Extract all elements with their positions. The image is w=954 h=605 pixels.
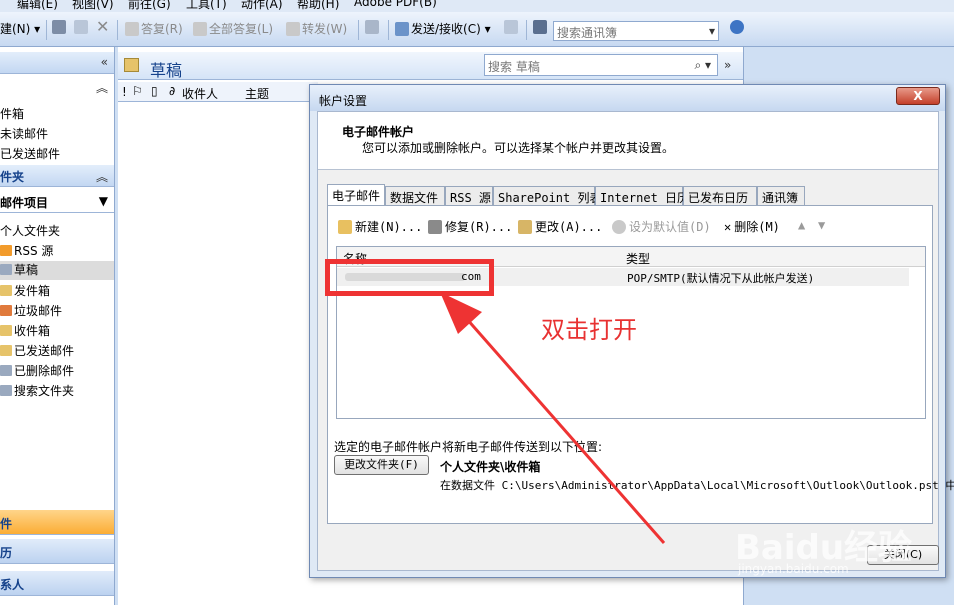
annotation-text: 双击打开 bbox=[541, 316, 637, 344]
annotation-arrow bbox=[440, 292, 666, 544]
watermark-url: jingyan.baidu.com bbox=[738, 562, 849, 576]
